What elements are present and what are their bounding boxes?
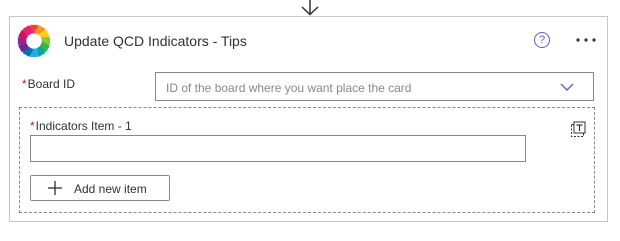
indicators-item-label: *Indicators Item - 1 bbox=[30, 119, 132, 133]
required-mark: * bbox=[22, 77, 27, 91]
board-id-label-text: Board ID bbox=[27, 77, 76, 91]
more-options-icon[interactable] bbox=[574, 31, 598, 49]
board-id-label: *Board ID bbox=[22, 77, 75, 91]
indicators-item-label-text: Indicators Item - 1 bbox=[35, 119, 132, 133]
indicators-item-input[interactable] bbox=[30, 135, 526, 162]
chevron-down-icon bbox=[560, 83, 574, 91]
indicators-array: *Indicators Item - 1 Add new item bbox=[19, 107, 595, 213]
add-new-item-label: Add new item bbox=[74, 182, 147, 196]
help-icon: ? bbox=[538, 34, 546, 46]
help-button[interactable]: ? bbox=[534, 32, 550, 48]
board-id-placeholder: ID of the board where you want place the… bbox=[166, 81, 412, 95]
action-header[interactable]: Update QCD Indicators - Tips ? bbox=[10, 17, 607, 65]
action-card: Update QCD Indicators - Tips ? *Board ID… bbox=[9, 16, 608, 222]
plus-icon bbox=[48, 181, 62, 195]
connector-arrow-icon bbox=[301, 0, 319, 16]
app-logo-icon bbox=[17, 24, 51, 58]
required-mark: * bbox=[30, 119, 35, 133]
action-title: Update QCD Indicators - Tips bbox=[64, 33, 247, 49]
switch-to-text-mode-icon[interactable] bbox=[570, 121, 587, 138]
board-id-dropdown[interactable]: ID of the board where you want place the… bbox=[155, 72, 594, 101]
add-new-item-button[interactable]: Add new item bbox=[30, 175, 170, 201]
